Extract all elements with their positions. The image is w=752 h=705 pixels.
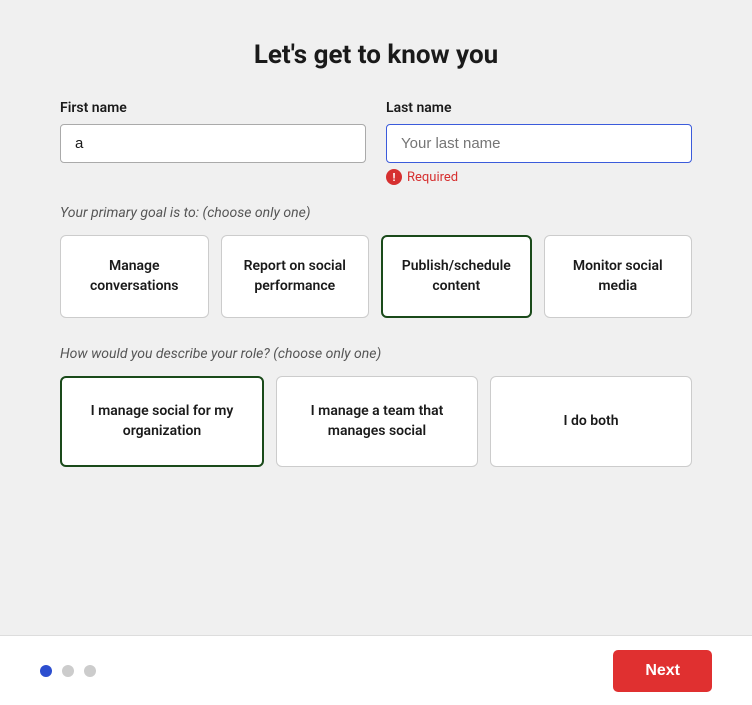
role-card-both[interactable]: I do both bbox=[490, 376, 692, 467]
goal-card-monitor[interactable]: Monitor social media bbox=[544, 235, 693, 318]
goal-card-report[interactable]: Report on social performance bbox=[221, 235, 370, 318]
role-label-text: How would you describe your role? bbox=[60, 346, 270, 362]
role-cards: I manage social for my organization I ma… bbox=[60, 376, 692, 467]
progress-dots bbox=[40, 665, 96, 677]
last-name-input[interactable] bbox=[386, 124, 692, 163]
error-icon: ! bbox=[386, 169, 402, 185]
role-card-manage-social[interactable]: I manage social for my organization bbox=[60, 376, 264, 467]
first-name-group: First name bbox=[60, 100, 366, 185]
form-section: First name Last name ! Required Your pri… bbox=[60, 100, 692, 467]
page-wrapper: Let's get to know you First name Last na… bbox=[0, 0, 752, 705]
goal-card-publish[interactable]: Publish/schedule content bbox=[381, 235, 532, 318]
name-row: First name Last name ! Required bbox=[60, 100, 692, 185]
role-label: How would you describe your role? (choos… bbox=[60, 346, 692, 362]
role-label-hint: (choose only one) bbox=[273, 346, 381, 362]
goal-cards: Manage conversations Report on social pe… bbox=[60, 235, 692, 318]
next-button[interactable]: Next bbox=[613, 650, 712, 692]
last-name-label: Last name bbox=[386, 100, 692, 116]
dot-2 bbox=[62, 665, 74, 677]
required-error: ! Required bbox=[386, 169, 692, 185]
goals-label: Your primary goal is to: (choose only on… bbox=[60, 205, 692, 221]
goals-label-hint: (choose only one) bbox=[203, 205, 311, 221]
dot-1 bbox=[40, 665, 52, 677]
role-card-manage-team[interactable]: I manage a team that manages social bbox=[276, 376, 478, 467]
last-name-group: Last name ! Required bbox=[386, 100, 692, 185]
first-name-label: First name bbox=[60, 100, 366, 116]
page-title: Let's get to know you bbox=[254, 40, 498, 70]
first-name-input[interactable] bbox=[60, 124, 366, 163]
required-text: Required bbox=[407, 170, 458, 185]
goal-card-conversations[interactable]: Manage conversations bbox=[60, 235, 209, 318]
footer: Next bbox=[0, 635, 752, 705]
main-content: Let's get to know you First name Last na… bbox=[0, 0, 752, 635]
dot-3 bbox=[84, 665, 96, 677]
goals-label-text: Your primary goal is to: bbox=[60, 205, 199, 221]
